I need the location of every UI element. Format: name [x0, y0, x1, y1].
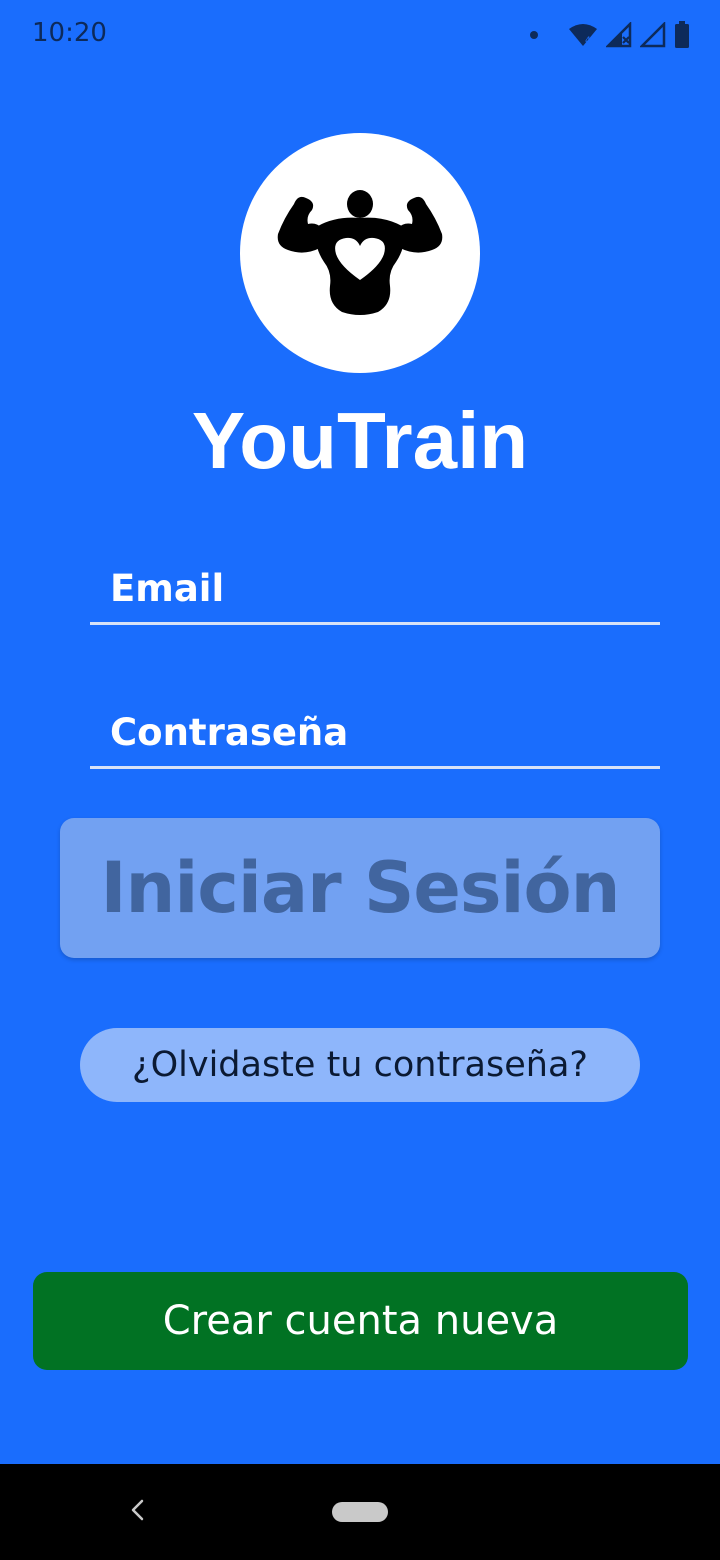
login-screen: 10:20 4 YouTrain Email Iniciar Sesión ¿O… — [0, 0, 720, 1560]
svg-text:4: 4 — [585, 36, 591, 46]
app-logo — [240, 133, 480, 373]
signal-no-data-icon — [640, 22, 666, 48]
email-field[interactable] — [90, 558, 660, 625]
back-icon[interactable] — [128, 1498, 148, 1522]
password-field[interactable] — [90, 702, 660, 769]
app-title: YouTrain — [191, 396, 529, 485]
wifi-icon: 4 — [569, 24, 597, 46]
forgot-password-button[interactable]: ¿Olvidaste tu contraseña? — [80, 1028, 640, 1102]
battery-icon — [675, 21, 689, 48]
bodybuilder-heart-icon — [277, 190, 443, 315]
home-pill-icon[interactable] — [332, 1502, 388, 1522]
notification-dot-icon — [530, 31, 538, 39]
status-bar: 10:20 4 — [0, 0, 720, 72]
status-time: 10:20 — [32, 18, 107, 48]
email-input[interactable] — [110, 558, 650, 618]
password-input[interactable] — [110, 702, 650, 762]
create-account-button[interactable]: Crear cuenta nueva — [33, 1272, 688, 1370]
status-icons: 4 — [530, 20, 690, 50]
login-button[interactable]: Iniciar Sesión — [60, 818, 660, 958]
signal-icon — [606, 22, 632, 48]
navigation-bar — [0, 1464, 720, 1560]
